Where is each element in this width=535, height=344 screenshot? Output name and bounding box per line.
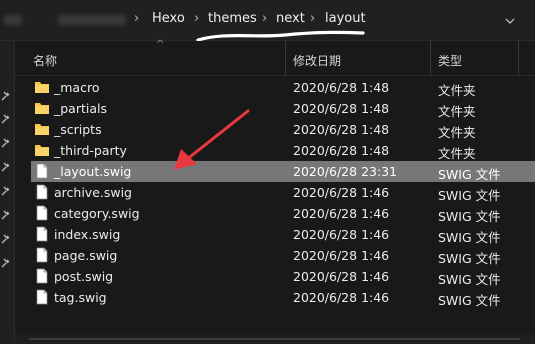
file-row[interactable]: index.swig 2020/6/28 1:46 SWIG 文件 — [31, 224, 535, 245]
breadcrumb-next[interactable]: next — [276, 11, 305, 26]
horizontal-scrollbar[interactable] — [15, 333, 535, 344]
breadcrumb-separator-icon: › — [262, 11, 268, 26]
folder-icon — [34, 142, 50, 158]
file-list-pane: ^ 名称 修改日期 类型 _macro 2020/6/28 1:48 文件夹 _par… — [15, 39, 535, 344]
breadcrumb-separator-icon: › — [134, 11, 140, 26]
file-modified-date: 2020/6/28 1:48 — [293, 101, 390, 116]
file-modified-date: 2020/6/28 1:46 — [293, 248, 390, 263]
file-name: _macro — [54, 80, 100, 95]
red-arrow-annotation — [174, 109, 250, 170]
file-modified-date: 2020/6/28 1:48 — [293, 80, 390, 95]
breadcrumb-separator-icon: › — [310, 11, 316, 26]
file-modified-date: 2020/6/28 1:48 — [293, 143, 390, 158]
file-modified-date: 2020/6/28 1:46 — [293, 269, 390, 284]
file-name: post.swig — [54, 269, 114, 284]
file-modified-date: 2020/6/28 23:31 — [293, 164, 398, 179]
file-type: SWIG 文件 — [438, 251, 501, 266]
column-divider[interactable] — [518, 41, 519, 75]
file-row[interactable]: _third-party 2020/6/28 1:48 文件夹 — [31, 140, 535, 161]
blurred-path-segment — [58, 15, 126, 25]
file-modified-date: 2020/6/28 1:46 — [293, 185, 390, 200]
file-modified-date: 2020/6/28 1:46 — [293, 227, 390, 242]
file-type: 文件夹 — [438, 146, 476, 161]
file-name: tag.swig — [54, 290, 107, 305]
file-modified-date: 2020/6/28 1:46 — [293, 290, 390, 305]
sort-chevron-icon: ^ — [156, 39, 165, 50]
file-icon — [34, 205, 50, 221]
file-type: SWIG 文件 — [438, 230, 501, 245]
column-divider[interactable] — [285, 41, 286, 75]
file-icon — [34, 184, 50, 200]
column-header-modified[interactable]: 修改日期 — [293, 52, 341, 69]
file-name: category.swig — [54, 206, 140, 221]
file-type: SWIG 文件 — [438, 293, 501, 308]
pin-icon — [1, 162, 10, 172]
address-bar[interactable]: › Hexo › themes › next › layout — [0, 0, 535, 42]
file-name: archive.swig — [54, 185, 132, 200]
file-row[interactable]: page.swig 2020/6/28 1:46 SWIG 文件 — [31, 245, 535, 266]
pin-icon — [1, 186, 10, 196]
file-row[interactable]: archive.swig 2020/6/28 1:46 SWIG 文件 — [31, 182, 535, 203]
column-header-name[interactable]: 名称 — [33, 52, 57, 69]
breadcrumb-separator-icon: › — [194, 11, 200, 26]
file-type: 文件夹 — [438, 125, 476, 140]
pin-icon — [1, 210, 10, 220]
file-type: SWIG 文件 — [438, 209, 501, 224]
breadcrumb-layout[interactable]: layout — [325, 11, 366, 26]
file-type: SWIG 文件 — [438, 188, 501, 203]
pin-icon — [1, 114, 10, 124]
file-row[interactable]: _layout.swig 2020/6/28 23:31 SWIG 文件 — [31, 161, 535, 182]
file-icon — [34, 226, 50, 242]
file-name: _partials — [54, 101, 108, 116]
file-row[interactable]: _macro 2020/6/28 1:48 文件夹 — [31, 77, 535, 98]
folder-icon — [34, 121, 50, 137]
file-icon — [34, 268, 50, 284]
column-divider[interactable] — [430, 41, 431, 75]
chevron-down-icon[interactable] — [500, 10, 520, 30]
file-icon — [34, 163, 50, 179]
file-name: page.swig — [54, 248, 118, 263]
file-modified-date: 2020/6/28 1:48 — [293, 122, 390, 137]
file-modified-date: 2020/6/28 1:46 — [293, 206, 390, 221]
file-row[interactable]: post.swig 2020/6/28 1:46 SWIG 文件 — [31, 266, 535, 287]
pin-icon — [1, 234, 10, 244]
file-row[interactable]: category.swig 2020/6/28 1:46 SWIG 文件 — [31, 203, 535, 224]
file-icon — [34, 247, 50, 263]
pin-icon — [1, 258, 10, 268]
file-type: SWIG 文件 — [438, 167, 501, 182]
file-icon — [34, 289, 50, 305]
pin-icon — [1, 91, 10, 101]
column-header-type[interactable]: 类型 — [438, 52, 462, 69]
file-type: SWIG 文件 — [438, 272, 501, 287]
file-row[interactable]: _scripts 2020/6/28 1:48 文件夹 — [31, 119, 535, 140]
breadcrumb-themes[interactable]: themes — [208, 11, 257, 26]
file-type: 文件夹 — [438, 83, 476, 98]
column-header-row: ^ 名称 修改日期 类型 — [15, 39, 535, 76]
file-name: _scripts — [54, 122, 102, 137]
blurred-path-segment — [4, 15, 22, 25]
folder-icon — [34, 79, 50, 95]
file-name: index.swig — [54, 227, 121, 242]
pin-icon — [1, 138, 10, 148]
file-type: 文件夹 — [438, 104, 476, 119]
file-row[interactable]: tag.swig 2020/6/28 1:46 SWIG 文件 — [31, 287, 535, 308]
breadcrumb-hexo[interactable]: Hexo — [152, 11, 185, 26]
file-name: _layout.swig — [54, 164, 132, 179]
navigation-pane — [0, 41, 15, 344]
file-name: _third-party — [54, 143, 127, 158]
file-row[interactable]: _partials 2020/6/28 1:48 文件夹 — [31, 98, 535, 119]
folder-icon — [34, 100, 50, 116]
